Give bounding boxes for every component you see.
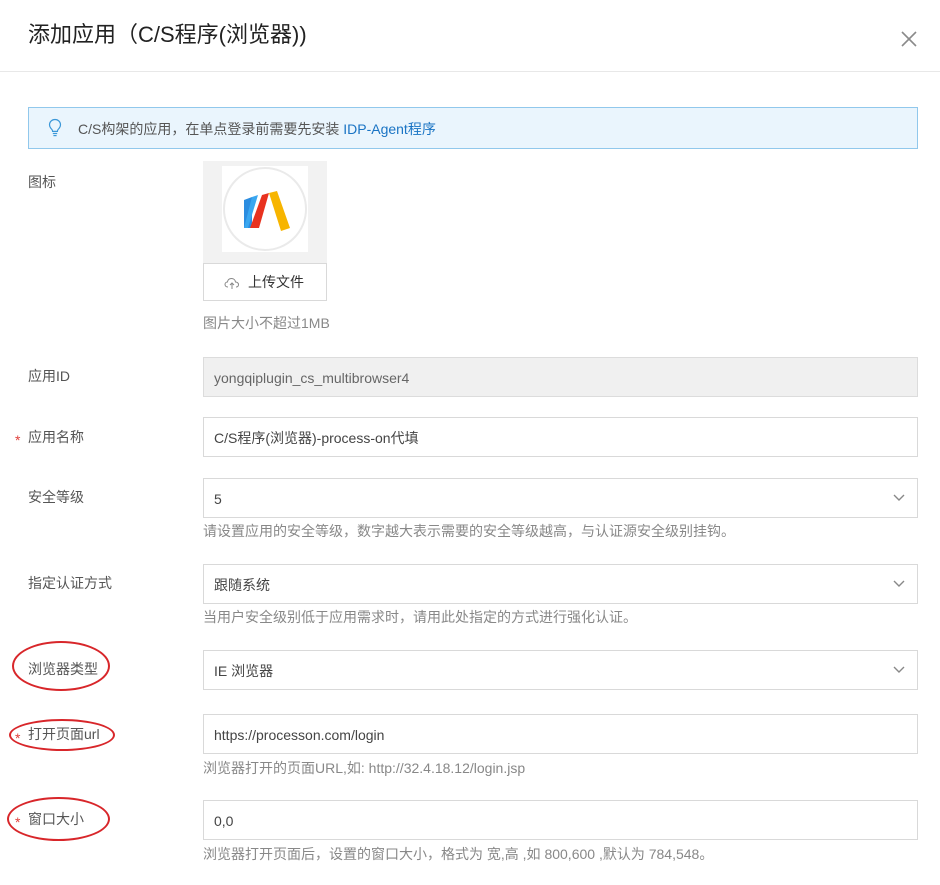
browser-type-select[interactable]: IE 浏览器 [203, 650, 918, 690]
auth-method-select[interactable]: 跟随系统 [203, 564, 918, 604]
info-notice: C/S构架的应用，在单点登录前需要先安装 IDP-Agent程序 [28, 107, 918, 149]
chevron-down-icon [893, 580, 905, 587]
icon-label: 图标 [28, 174, 56, 190]
upload-file-button[interactable]: 上传文件 [203, 263, 327, 301]
notice-text: C/S构架的应用，在单点登录前需要先安装 IDP-Agent程序 [78, 120, 436, 138]
icon-hint: 图片大小不超过1MB [203, 315, 330, 331]
browser-type-value: IE 浏览器 [214, 663, 274, 679]
browser-type-label: 浏览器类型 [28, 661, 98, 677]
window-size-label: 窗口大小 [28, 811, 84, 827]
open-url-value: https://processon.com/login [214, 727, 385, 743]
chevron-down-icon [893, 494, 905, 501]
app-name-label: 应用名称 [28, 429, 84, 445]
app-logo-image [223, 167, 307, 251]
open-url-input[interactable]: https://processon.com/login [203, 714, 918, 754]
app-id-field: yongqiplugin_cs_multibrowser4 [203, 357, 918, 397]
required-mark: * [15, 432, 21, 448]
chevron-down-icon [893, 666, 905, 673]
upload-file-label: 上传文件 [248, 274, 304, 290]
security-level-select[interactable]: 5 [203, 478, 918, 518]
icon-preview [203, 161, 327, 263]
lightbulb-icon [48, 118, 62, 138]
auth-method-label: 指定认证方式 [28, 575, 112, 591]
window-size-input[interactable]: 0,0 [203, 800, 918, 840]
open-url-label: 打开页面url [28, 726, 100, 742]
dialog-header: 添加应用（C/S程序(浏览器)) [0, 0, 940, 72]
auth-method-hint: 当用户安全级别低于应用需求时，请用此处指定的方式进行强化认证。 [203, 609, 637, 625]
security-level-value: 5 [214, 491, 222, 507]
dialog-title: 添加应用（C/S程序(浏览器)) [28, 22, 307, 47]
required-mark: * [15, 730, 21, 746]
app-name-input[interactable]: C/S程序(浏览器)-process-on代填 [203, 417, 918, 457]
cloud-upload-icon [224, 277, 240, 289]
security-level-label: 安全等级 [28, 489, 84, 505]
required-mark: * [15, 814, 21, 830]
window-size-value: 0,0 [214, 813, 234, 829]
open-url-hint: 浏览器打开的页面URL,如: http://32.4.18.12/login.j… [203, 760, 526, 776]
close-icon[interactable] [896, 26, 922, 52]
notice-message: C/S构架的应用，在单点登录前需要先安装 [78, 121, 340, 137]
auth-method-value: 跟随系统 [214, 577, 270, 593]
window-size-hint: 浏览器打开页面后，设置的窗口大小，格式为 宽,高 ,如 800,600 ,默认为… [203, 846, 714, 862]
app-name-value: C/S程序(浏览器)-process-on代填 [214, 430, 419, 446]
security-level-hint: 请设置应用的安全等级，数字越大表示需要的安全等级越高，与认证源安全级别挂钩。 [203, 523, 735, 539]
idp-agent-link[interactable]: IDP-Agent程序 [339, 121, 436, 137]
app-id-label: 应用ID [28, 368, 70, 384]
app-id-value: yongqiplugin_cs_multibrowser4 [214, 370, 410, 386]
